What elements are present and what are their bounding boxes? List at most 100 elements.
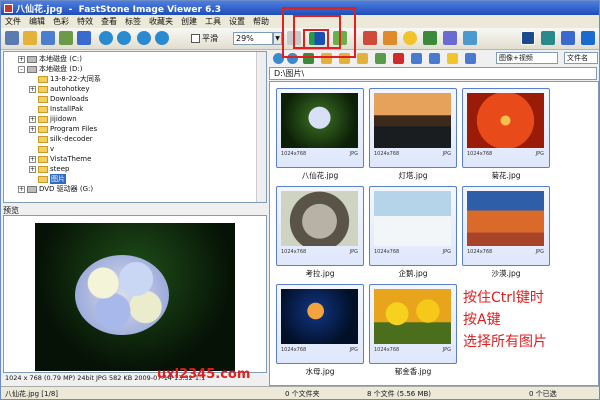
thumbnail-size-icon[interactable] xyxy=(465,53,476,64)
move-to-icon[interactable] xyxy=(357,53,368,64)
folder-icon xyxy=(38,85,48,93)
window-title: 八仙花.jpg - FastStone Image Viewer 6.3 xyxy=(16,4,222,15)
thumbnail-item[interactable]: 1024x768 JPG 沙漠.jpg xyxy=(462,186,550,278)
tree-item-folder[interactable]: 13-8-22-大同系 xyxy=(38,74,101,84)
thumbnail-dims: 1024x768 xyxy=(374,347,400,353)
tree-item-dvd-drive[interactable]: + DVD 驱动器 (G:) xyxy=(18,184,93,194)
tree-item-label: VistaTheme xyxy=(50,155,92,163)
tree-item-folder[interactable]: + jijidown xyxy=(29,114,77,124)
thumbnail-item[interactable]: 1024x768 JPG 八仙花.jpg xyxy=(276,88,364,180)
expand-icon[interactable]: + xyxy=(29,85,36,93)
zoom-in-icon[interactable] xyxy=(137,31,151,45)
thumbnail-item[interactable]: 1024x768 JPG 菊花.jpg xyxy=(462,88,550,180)
menu-file[interactable]: 文件 xyxy=(5,16,21,27)
view-mode-3-icon[interactable] xyxy=(561,31,575,45)
view-mode-1-icon[interactable] xyxy=(521,31,535,45)
status-file: 八仙花.jpg [1/8] xyxy=(5,390,59,398)
view-mode-4-icon[interactable] xyxy=(581,31,595,45)
menu-settings[interactable]: 设置 xyxy=(229,16,245,27)
folder-icon xyxy=(38,165,48,173)
preview-image[interactable] xyxy=(35,223,235,371)
folder-icon xyxy=(38,95,48,103)
save-icon[interactable] xyxy=(41,31,55,45)
file-type-select[interactable]: 图像+视频 xyxy=(496,52,558,64)
status-folders: 0 个文件夹 xyxy=(285,390,320,398)
expand-icon[interactable]: + xyxy=(29,115,36,123)
thumbnail-name: 水母.jpg xyxy=(305,367,335,376)
zoom-dropdown-icon[interactable]: ▼ xyxy=(273,32,282,45)
tree-item-d-drive[interactable]: - 本地磁盘 (D:) xyxy=(18,64,82,74)
thumbnail-name: 菊花.jpg xyxy=(491,171,521,180)
menu-create[interactable]: 创建 xyxy=(181,16,197,27)
thumbnail-item[interactable]: 1024x768 JPG 水母.jpg xyxy=(276,284,364,376)
thumbnail-item[interactable]: 1024x768 JPG 企鹅.jpg xyxy=(369,186,457,278)
slideshow-icon[interactable] xyxy=(77,31,91,45)
address-bar[interactable]: D:\图片\ xyxy=(269,67,597,80)
thumbnail-item[interactable]: 1024x768 JPG 郁金香.jpg xyxy=(369,284,457,376)
tree-item-folder[interactable]: + VistaTheme xyxy=(29,154,91,164)
menu-tags[interactable]: 标签 xyxy=(125,16,141,27)
menu-effects[interactable]: 特效 xyxy=(77,16,93,27)
tree-item-label: v xyxy=(50,145,55,153)
thumbnail-item[interactable]: 1024x768 JPG 灯塔.jpg xyxy=(369,88,457,180)
tree-item-label: Downloads xyxy=(50,95,89,103)
next-icon[interactable] xyxy=(117,31,131,45)
tree-item-folder[interactable]: + autohotkey xyxy=(29,84,89,94)
expand-icon[interactable]: + xyxy=(29,165,36,173)
previous-icon[interactable] xyxy=(99,31,113,45)
adjust-colors-icon[interactable] xyxy=(423,31,437,45)
folder-tree: + 本地磁盘 (C:) - 本地磁盘 (D:) 13-8-22-大同系 + autoh… xyxy=(3,51,267,203)
app-icon xyxy=(4,3,13,13)
open-file-icon[interactable] xyxy=(23,31,37,45)
tree-item-folder[interactable]: Downloads xyxy=(38,94,88,104)
thumbnail-item[interactable]: 1024x768 JPG 考拉.jpg xyxy=(276,186,364,278)
tree-item-pictures[interactable]: 图片 xyxy=(38,174,66,184)
favorites-icon[interactable] xyxy=(447,53,458,64)
tree-item-folder[interactable]: v xyxy=(38,144,54,154)
thumbnail-dims: 1024x768 xyxy=(281,151,307,157)
compare-icon[interactable] xyxy=(463,31,477,45)
view-mode-2-icon[interactable] xyxy=(541,31,555,45)
expand-icon[interactable]: + xyxy=(18,185,25,193)
zoom-input[interactable]: 29% xyxy=(233,32,273,45)
status-files: 8 个文件 (5.56 MB) xyxy=(367,390,432,398)
tree-item-folder[interactable]: silk-decoder xyxy=(38,134,93,144)
menu-view[interactable]: 查看 xyxy=(101,16,117,27)
menu-tools[interactable]: 工具 xyxy=(205,16,221,27)
menu-edit[interactable]: 编辑 xyxy=(29,16,45,27)
folder-icon xyxy=(38,135,48,143)
crop-icon[interactable] xyxy=(363,31,377,45)
menu-colors[interactable]: 色彩 xyxy=(53,16,69,27)
batch-icon[interactable] xyxy=(429,53,440,64)
tree-item-label: 13-8-22-大同系 xyxy=(50,75,101,83)
folder-icon xyxy=(38,125,48,133)
expand-icon[interactable]: + xyxy=(29,125,36,133)
refresh-icon[interactable] xyxy=(375,53,386,64)
effects-icon[interactable] xyxy=(443,31,457,45)
open-folder-icon[interactable] xyxy=(5,31,19,45)
drive-icon xyxy=(27,65,37,73)
thumbnail-name: 沙漠.jpg xyxy=(491,269,521,278)
email-icon[interactable] xyxy=(59,31,73,45)
rotate-icon[interactable] xyxy=(403,31,417,45)
sort-select[interactable]: 文件名 xyxy=(564,52,598,64)
tree-item-folder[interactable]: InstallPak xyxy=(38,104,83,114)
smooth-label: 平滑 xyxy=(202,34,218,43)
tree-scrollbar[interactable] xyxy=(256,52,266,202)
expand-icon[interactable]: + xyxy=(29,155,36,163)
tree-item-folder[interactable]: + steep xyxy=(29,164,69,174)
resize-icon[interactable] xyxy=(383,31,397,45)
thumbnail-meta: 1024x768 JPG xyxy=(281,347,358,353)
menu-help[interactable]: 帮助 xyxy=(253,16,269,27)
collapse-icon[interactable]: - xyxy=(18,65,25,73)
rename-icon[interactable] xyxy=(411,53,422,64)
thumbnail-dims: 1024x768 xyxy=(374,249,400,255)
menu-favorites[interactable]: 收藏夹 xyxy=(149,16,173,27)
tree-item-c-drive[interactable]: + 本地磁盘 (C:) xyxy=(18,54,82,64)
zoom-out-icon[interactable] xyxy=(155,31,169,45)
expand-icon[interactable]: + xyxy=(18,55,25,63)
tree-item-folder[interactable]: + Program Files xyxy=(29,124,97,134)
tree-item-label: 本地磁盘 (C:) xyxy=(39,55,82,63)
smooth-checkbox[interactable] xyxy=(191,34,200,43)
delete-icon[interactable] xyxy=(393,53,404,64)
